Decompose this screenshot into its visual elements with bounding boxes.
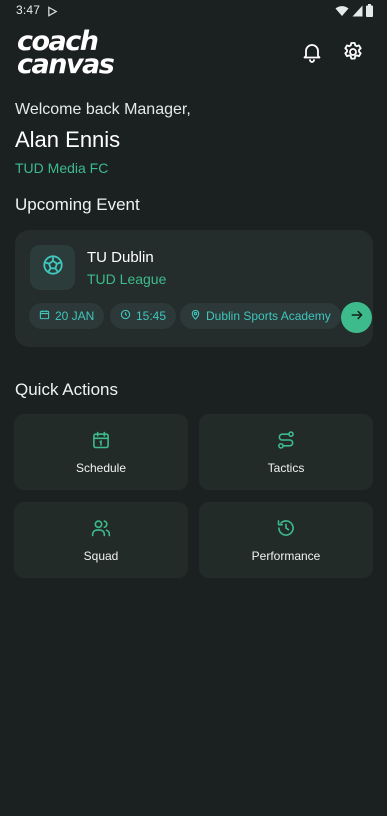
logo-text-line-2: canvas (17, 49, 115, 80)
tactics-action-button[interactable]: Tactics (199, 414, 373, 490)
event-title: TU Dublin (87, 249, 154, 266)
users-icon (91, 518, 111, 543)
notifications-bell-icon[interactable] (300, 40, 324, 64)
route-icon (276, 430, 296, 455)
battery-icon (366, 4, 373, 22)
event-location-chip: Dublin Sports Academy (180, 303, 341, 329)
schedule-label: Schedule (75, 461, 127, 475)
upcoming-event-heading: Upcoming Event (15, 195, 140, 214)
event-league: TUD League (87, 271, 167, 287)
welcome-greeting: Welcome back Manager, (15, 101, 191, 118)
tactics-label: Tactics (267, 461, 305, 475)
upcoming-event-card[interactable]: TU Dublin TUD League 20 JAN 15:45 Dublin… (15, 230, 373, 347)
event-icon-tile (30, 245, 75, 290)
open-event-button[interactable] (341, 302, 372, 333)
coach-canvas-logo: coach canvas (17, 28, 127, 80)
team-name: TUD Media FC (15, 160, 109, 176)
football-icon (42, 254, 64, 281)
event-time-chip: 15:45 (110, 303, 177, 329)
calendar-icon (91, 430, 111, 455)
squad-label: Squad (83, 549, 119, 563)
squad-action-button[interactable]: Squad (14, 502, 188, 578)
home-screen: 3:47 coach canvas Welcome back Manager, … (0, 0, 387, 816)
clock-icon (120, 309, 131, 323)
calendar-icon (39, 309, 50, 323)
quick-actions-heading: Quick Actions (15, 380, 118, 399)
manager-name: Alan Ennis (15, 127, 121, 152)
wifi-icon (335, 4, 349, 22)
settings-gear-icon[interactable] (341, 40, 365, 64)
status-bar: 3:47 (0, 0, 387, 22)
arrow-right-icon (350, 308, 364, 327)
signal-icon (352, 4, 363, 22)
performance-action-button[interactable]: Performance (199, 502, 373, 578)
schedule-action-button[interactable]: Schedule (14, 414, 188, 490)
event-time: 15:45 (136, 309, 167, 323)
play-notification-icon (47, 4, 58, 22)
status-time: 3:47 (16, 3, 41, 17)
performance-label: Performance (251, 549, 321, 563)
event-date: 20 JAN (55, 309, 95, 323)
history-icon (276, 518, 296, 543)
event-date-chip: 20 JAN (29, 303, 105, 329)
location-pin-icon (190, 309, 201, 323)
event-location: Dublin Sports Academy (206, 309, 331, 323)
